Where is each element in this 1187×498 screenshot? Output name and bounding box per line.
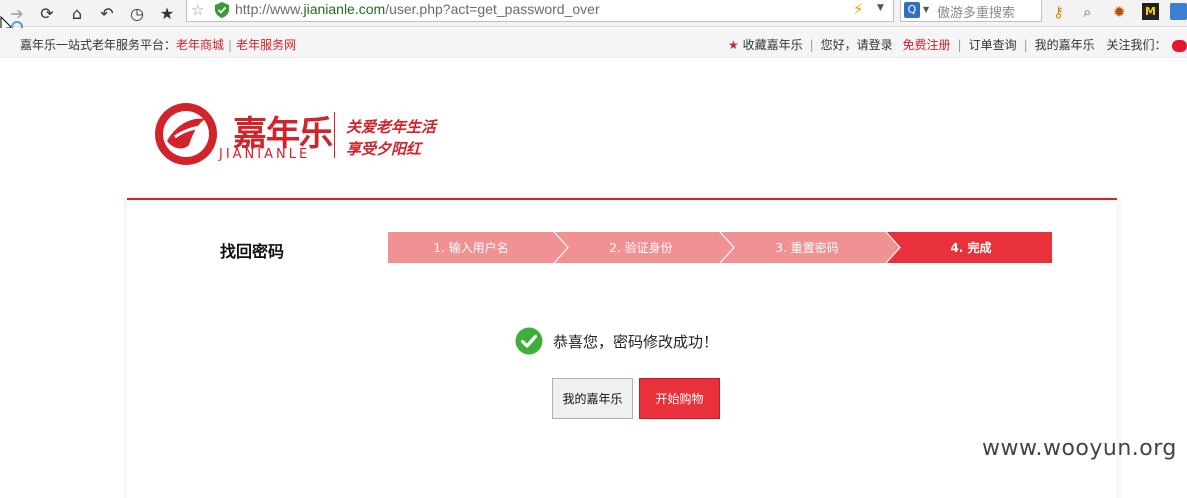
step-1: 1. 输入用户名: [433, 241, 509, 255]
platform-bar: 嘉年乐一站式老年服务平台：老年商城 | 老年服务网: [20, 36, 296, 53]
link-mall[interactable]: 老年商城: [176, 38, 224, 52]
link-service[interactable]: 老年服务网: [236, 38, 296, 52]
site-logo[interactable]: 嘉年乐 JIANIANLE 关爱老年生活 享受夕阳红: [153, 101, 453, 167]
separator: |: [809, 38, 814, 52]
key-icon[interactable]: ⚷: [1053, 3, 1064, 21]
lightning-icon[interactable]: ⚡: [853, 0, 864, 18]
page-title: 找回密码: [220, 242, 285, 261]
separator: |: [957, 38, 962, 52]
follow-label: 关注我们：: [1106, 38, 1167, 52]
search-placeholder: 傲游多重搜索: [937, 6, 1016, 21]
success-message: 恭喜您，密码修改成功！: [553, 332, 719, 351]
link-favorite[interactable]: 收藏嘉年乐: [743, 38, 803, 52]
refresh-icon[interactable]: ⟳: [36, 2, 58, 24]
slogan-line1: 关爱老年生活: [346, 118, 437, 136]
url-text: http://www.jianianle.com/user.php?act=ge…: [235, 1, 600, 17]
bookmark-star-icon[interactable]: ☆: [191, 1, 204, 19]
secure-shield-icon: [215, 2, 229, 18]
magnifier-icon[interactable]: ⌕: [1083, 3, 1091, 21]
success-message-row: 恭喜您，密码修改成功！: [515, 327, 718, 355]
watermark-text: www.wooyun.org: [982, 436, 1177, 461]
logo-pinyin: JIANIANLE: [219, 147, 311, 162]
step-3: 3. 重置密码: [775, 241, 839, 255]
link-orders[interactable]: 订单查询: [969, 38, 1017, 52]
step-2: 2. 验证身份: [609, 241, 673, 255]
home-icon[interactable]: ⌂: [66, 2, 88, 24]
extension-blue-icon[interactable]: [1170, 3, 1187, 20]
step-4-active: 4. 完成: [950, 241, 992, 255]
step-progress: 1. 输入用户名 2. 验证身份 3. 重置密码 4. 完成: [388, 232, 1052, 263]
start-shopping-button[interactable]: 开始购物: [639, 378, 720, 419]
browser-toolbar: ➔ ⟳ ⌂ ↶ ◷ ★ ☆ http://www.jianianle.com/u…: [0, 0, 1187, 27]
favorites-star-icon[interactable]: ★: [156, 2, 178, 24]
link-login[interactable]: 您好，请登录: [821, 38, 893, 52]
link-my-account[interactable]: 我的嘉年乐: [1035, 38, 1095, 52]
platform-text: 嘉年乐一站式老年服务平台：: [20, 38, 177, 52]
separator: |: [1023, 38, 1028, 52]
undo-icon[interactable]: ↶: [96, 2, 118, 24]
link-register[interactable]: 免费注册: [903, 38, 951, 52]
password-recovery-panel: 找回密码 1. 输入用户名 2. 验证身份 3. 重置密码 4. 完成 恭喜您，…: [127, 198, 1117, 498]
history-icon[interactable]: ◷: [126, 2, 148, 24]
user-links: ★ 收藏嘉年乐 | 您好，请登录 免费注册 | 订单查询 | 我的嘉年乐 关注我们：: [728, 36, 1187, 53]
weibo-icon[interactable]: [1172, 39, 1187, 52]
separator: |: [228, 38, 233, 52]
my-account-button[interactable]: 我的嘉年乐: [552, 378, 633, 419]
address-bar[interactable]: ☆ http://www.jianianle.com/user.php?act=…: [186, 0, 894, 22]
checkmark-icon: [515, 327, 543, 355]
favorite-star-icon: ★: [728, 38, 739, 52]
search-box[interactable]: Q ▼ 傲游多重搜索: [900, 0, 1042, 22]
logo-divider: [334, 112, 335, 158]
search-engine-icon[interactable]: Q: [904, 2, 920, 18]
engine-dropdown-icon[interactable]: ▼: [923, 5, 929, 14]
bug-icon[interactable]: ✹: [1113, 3, 1126, 21]
site-top-nav: 嘉年乐一站式老年服务平台：老年商城 | 老年服务网 ★ 收藏嘉年乐 | 您好，请登录 免…: [0, 28, 1187, 58]
logo-mark-icon: [155, 103, 217, 165]
dropdown-arrow-icon[interactable]: ▼: [877, 3, 884, 13]
extension-m-icon[interactable]: M: [1142, 3, 1159, 20]
slogan-line2: 享受夕阳红: [346, 140, 422, 158]
